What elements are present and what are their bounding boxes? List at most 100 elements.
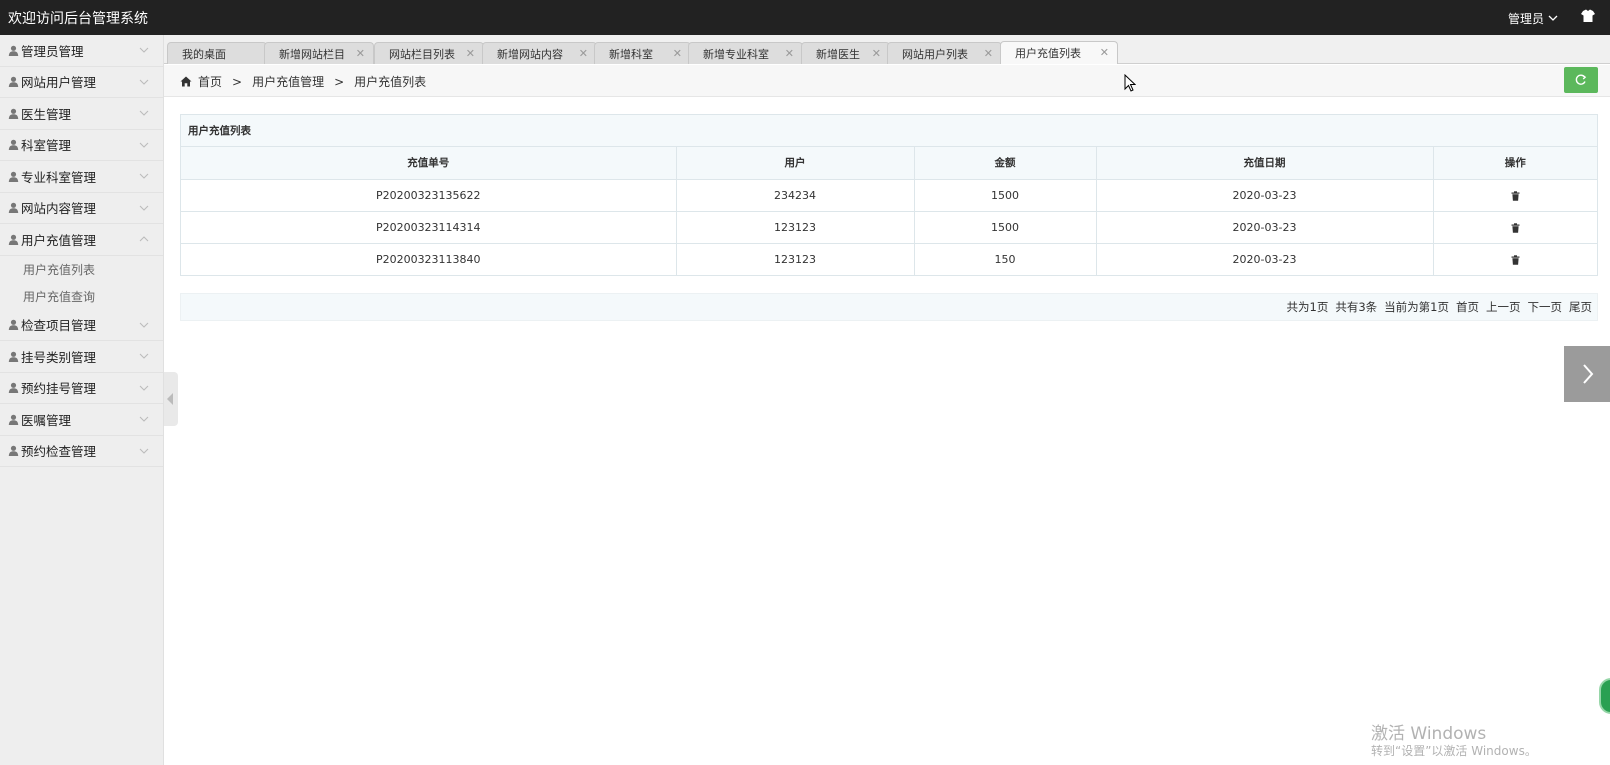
column-header-user: 用户 — [676, 147, 915, 180]
sidebar-item-label: 网站内容管理 — [21, 201, 97, 217]
chevron-down-icon — [139, 47, 149, 53]
tab[interactable]: 新增科室 ✕ — [594, 42, 691, 64]
close-icon[interactable]: ✕ — [984, 47, 993, 60]
pager-prev-link[interactable]: 上一页 — [1486, 299, 1521, 315]
side-next-button[interactable] — [1564, 346, 1610, 402]
sidebar-item[interactable]: 挂号类别管理 — [0, 341, 163, 373]
sidebar: 管理员管理 网站用户管理 医生管理 科室管理 专业科室管理网站内容管理 用户充值管理用户充… — [0, 35, 164, 765]
cell-user: 123123 — [676, 211, 915, 244]
skin-shirt-icon[interactable] — [1580, 8, 1596, 24]
user-menu[interactable]: 管理员 — [1508, 10, 1558, 27]
sidebar-subitem[interactable]: 用户充值查询 — [0, 283, 163, 310]
sidebar-item[interactable]: 预约检查管理 — [0, 436, 163, 467]
panel-title: 用户充值列表 — [181, 115, 1597, 147]
chevron-down-icon — [139, 353, 149, 359]
breadcrumb-bar: 首页 > 用户充值管理 > 用户充值列表 — [164, 65, 1610, 97]
cell-amount: 1500 — [914, 179, 1097, 212]
recharge-list-panel: 用户充值列表 充值单号 用户 金额 充值日期 操作 P2020032313562… — [180, 114, 1598, 276]
user-icon — [8, 76, 19, 88]
column-header-order-no: 充值单号 — [181, 147, 677, 180]
sidebar-collapse-handle[interactable] — [164, 372, 178, 426]
pager-first-link[interactable]: 首页 — [1456, 299, 1479, 315]
sidebar-submenu: 用户充值列表 用户充值查询 — [0, 255, 163, 310]
user-icon — [8, 202, 19, 214]
close-icon[interactable]: ✕ — [356, 47, 365, 60]
cell-actions — [1433, 211, 1597, 244]
chevron-down-icon — [139, 322, 149, 328]
sidebar-item-label: 预约检查管理 — [21, 444, 97, 460]
close-icon[interactable]: ✕ — [579, 47, 588, 60]
cell-date: 2020-03-23 — [1096, 211, 1434, 244]
sidebar-item[interactable]: 网站用户管理 — [0, 67, 163, 98]
tab[interactable]: 新增专业科室 ✕ — [688, 42, 803, 64]
sidebar-item[interactable]: 检查项目管理 — [0, 310, 163, 341]
close-icon[interactable]: ✕ — [872, 47, 881, 60]
pager-last-link[interactable]: 尾页 — [1569, 299, 1592, 315]
chevron-down-icon — [139, 205, 149, 211]
sidebar-item-label: 医嘱管理 — [21, 412, 72, 428]
sidebar-item[interactable]: 医生管理 — [0, 98, 163, 130]
sidebar-item[interactable]: 专业科室管理 — [0, 161, 163, 193]
tab[interactable]: 新增网站内容 ✕ — [482, 42, 597, 64]
tab-label: 新增科室 — [609, 47, 653, 61]
triangle-left-icon — [167, 393, 173, 405]
chevron-down-icon — [139, 110, 149, 116]
sidebar-item[interactable]: 科室管理 — [0, 130, 163, 161]
cell-order-no: P20200323113840 — [181, 243, 677, 275]
table-header-row: 充值单号 用户 金额 充值日期 操作 — [181, 147, 1597, 180]
tab-label: 新增专业科室 — [703, 47, 769, 61]
windows-activation-watermark-title: 激活 Windows — [1371, 724, 1487, 744]
sidebar-item[interactable]: 用户充值管理 — [0, 224, 163, 256]
breadcrumb-home[interactable]: 首页 — [198, 73, 222, 90]
delete-button[interactable] — [1511, 221, 1520, 234]
refresh-button[interactable] — [1564, 67, 1598, 93]
breadcrumb-separator: > — [232, 74, 243, 89]
cell-order-no: P20200323114314 — [181, 211, 677, 244]
user-icon — [8, 445, 19, 457]
user-icon — [8, 171, 19, 182]
sidebar-item[interactable]: 医嘱管理 — [0, 404, 163, 436]
breadcrumb-level2: 用户充值列表 — [354, 75, 427, 89]
tab[interactable]: 网站栏目列表 ✕ — [374, 42, 484, 64]
tab[interactable]: 新增网站栏目 ✕ — [264, 42, 374, 64]
tab[interactable]: 我的桌面 — [167, 42, 267, 64]
delete-button[interactable] — [1511, 189, 1520, 202]
cell-order-no: P20200323135622 — [181, 179, 677, 212]
sidebar-item-label: 用户充值管理 — [21, 232, 97, 248]
table-row: P20200323135622 234234 1500 2020-03-23 — [181, 179, 1597, 212]
trash-icon — [1511, 190, 1520, 201]
cell-actions — [1433, 179, 1597, 212]
sidebar-item-label: 预约挂号管理 — [21, 381, 97, 397]
close-icon[interactable]: ✕ — [1100, 46, 1109, 59]
sidebar-subitem[interactable]: 用户充值列表 — [0, 256, 163, 283]
tab[interactable]: 新增医生 ✕ — [801, 42, 890, 64]
cell-user: 234234 — [676, 179, 915, 212]
breadcrumb-level1[interactable]: 用户充值管理 — [252, 73, 324, 90]
breadcrumb: 首页 > 用户充值管理 > 用户充值列表 — [180, 73, 426, 90]
tab[interactable]: 网站用户列表 ✕ — [887, 42, 1002, 64]
close-icon[interactable]: ✕ — [673, 47, 682, 60]
tab-label: 网站栏目列表 — [389, 47, 455, 61]
pager-total-items: 共有3条 — [1335, 300, 1378, 314]
user-icon — [8, 45, 19, 56]
sidebar-item-label: 检查项目管理 — [21, 318, 97, 334]
sidebar-item[interactable]: 预约挂号管理 — [0, 373, 163, 404]
tab-label: 我的桌面 — [182, 47, 226, 61]
sidebar-item[interactable]: 管理员管理 — [0, 35, 163, 67]
chevron-right-icon — [1583, 364, 1594, 384]
close-icon[interactable]: ✕ — [466, 47, 475, 60]
close-icon[interactable]: ✕ — [785, 47, 794, 60]
tab[interactable]: 用户充值列表 ✕ — [1000, 41, 1118, 64]
mouse-cursor-icon — [1124, 74, 1136, 92]
chevron-down-icon — [139, 385, 149, 391]
cell-date: 2020-03-23 — [1096, 179, 1434, 212]
pager-total-pages: 共为1页 — [1286, 300, 1329, 314]
pager-next-link[interactable]: 下一页 — [1528, 299, 1563, 315]
column-header-date: 充值日期 — [1096, 147, 1434, 180]
user-icon — [8, 108, 19, 119]
floating-assistant-badge[interactable] — [1599, 678, 1610, 714]
pager-current-page: 当前为第1页 — [1384, 300, 1449, 314]
chevron-down-icon — [139, 79, 149, 85]
sidebar-item[interactable]: 网站内容管理 — [0, 193, 163, 224]
delete-button[interactable] — [1511, 253, 1520, 266]
